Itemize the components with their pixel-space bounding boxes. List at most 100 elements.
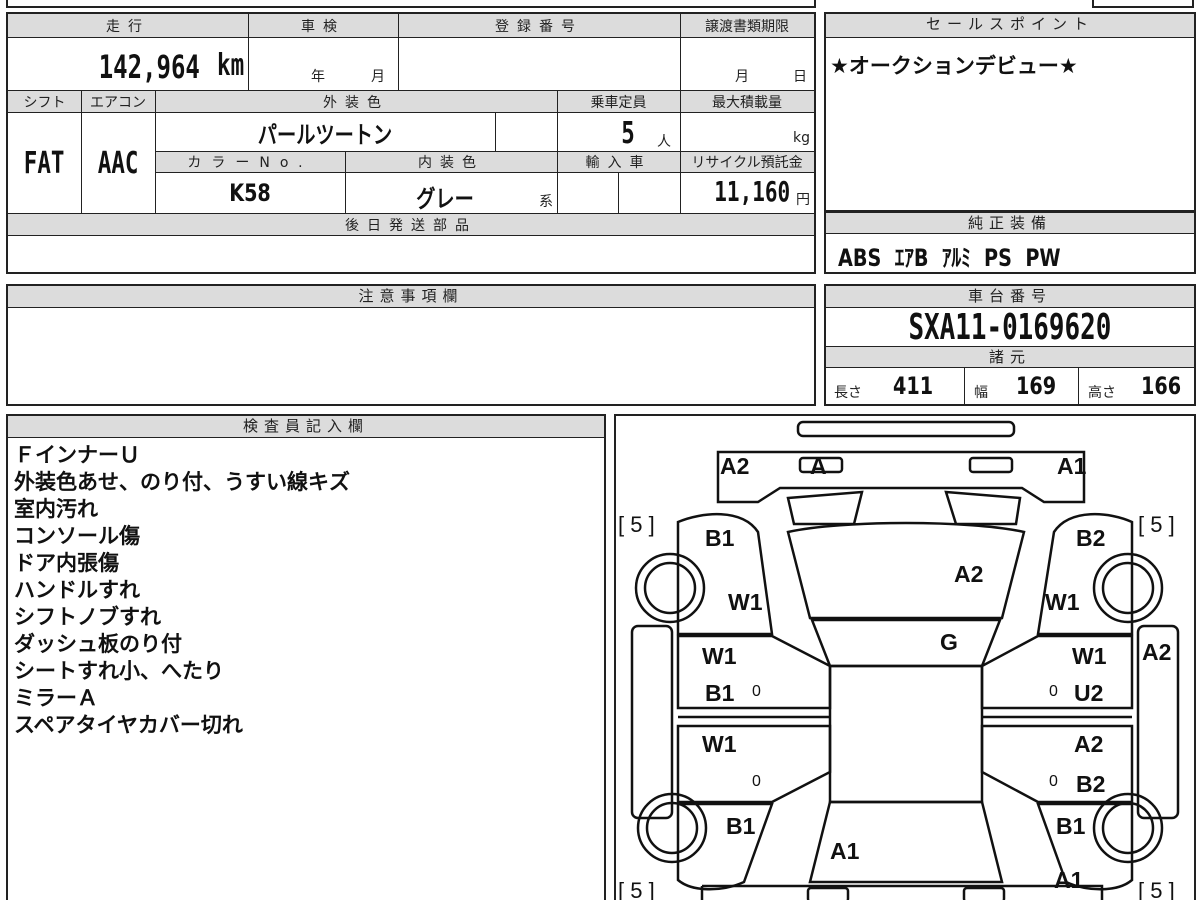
mark-pillar-left: W1 xyxy=(728,589,763,615)
color-no-value-cell: K58 xyxy=(155,173,345,213)
note-line: ＦインナーＵ xyxy=(14,443,140,467)
capacity-value: 5 xyxy=(621,116,635,151)
exterior-color-value: パールツートン xyxy=(257,120,393,149)
color-no-value: K58 xyxy=(229,179,271,207)
mark-bonnet: A2 xyxy=(954,561,983,587)
mileage-label: 走行 xyxy=(106,19,150,35)
shift-label: シフト xyxy=(23,95,66,111)
height-value: 166 xyxy=(1141,372,1182,400)
interior-color-suffix: 系 xyxy=(539,194,553,210)
mark-fender-fr: B2 xyxy=(1076,525,1105,551)
exterior-color-label: 外装色 xyxy=(323,95,389,111)
specs-row: 長さ 411 幅 169 高さ 166 xyxy=(826,368,1194,404)
mark-front-center: A xyxy=(810,453,827,479)
tread-depth-fr: [ 5 ] xyxy=(1138,512,1175,537)
mark-quarter-rl: B1 xyxy=(726,813,756,839)
recycle-fee-unit: 円 xyxy=(796,192,810,208)
capacity-label: 乗車定員 xyxy=(590,95,647,111)
capacity-unit: 人 xyxy=(657,134,671,150)
max-load-label: 最大積載量 xyxy=(712,95,782,111)
note-line: ドア内張傷 xyxy=(14,551,119,575)
recycle-fee-value: 11,160 xyxy=(714,175,790,208)
ac-value: AAC xyxy=(97,145,139,181)
exterior-color-value-cell: パールツートン xyxy=(155,113,495,151)
import-label: 輸入車 xyxy=(585,155,652,171)
interior-color-value-cell: グレー 系 xyxy=(345,173,557,213)
tread-depth-rl: [ 5 ] xyxy=(618,878,655,900)
sales-point-box: セールスポイント ★オークションデビュー★ xyxy=(824,12,1196,212)
mark-zero: 0 xyxy=(752,683,761,700)
mark-quarter-rr: B1 xyxy=(1056,813,1086,839)
ac-value-cell: AAC xyxy=(81,113,155,213)
inspector-box: 検査員記入欄 ＦインナーＵ 外装色あせ、のり付、うすい線キズ 室内汚れ コンソー… xyxy=(6,414,606,900)
chassis-number-label: 車台番号 xyxy=(826,286,1194,308)
mark-door-rr-1: A2 xyxy=(1074,731,1103,757)
transfer-month: 月 xyxy=(735,69,749,85)
mark-trunk: A1 xyxy=(830,838,860,864)
mark-door-fl-2: B1 xyxy=(705,680,735,706)
max-load-unit: kg xyxy=(793,130,810,146)
equipment-box: 純正装備 ABS ｴｱB ｱﾙﾐ PS PW xyxy=(824,212,1196,274)
caution-box: 注意事項欄 xyxy=(6,284,816,406)
transfer-day: 日 xyxy=(793,69,807,85)
length-label: 長さ xyxy=(834,385,862,401)
tread-depth-rr: [ 5 ] xyxy=(1138,878,1175,900)
interior-color-value: グレー xyxy=(416,185,474,213)
color-no-label: カラーNo. xyxy=(187,155,313,171)
registration-label: 登録番号 xyxy=(495,19,583,35)
note-line: シフトノブすれ xyxy=(14,605,161,629)
note-line: コンソール傷 xyxy=(14,524,140,548)
mileage-value-cell: 142,964 km xyxy=(8,38,248,90)
later-parts-label: 後日発送部品 xyxy=(345,218,477,234)
top-strip-right xyxy=(1092,0,1194,8)
mark-side-right: A2 xyxy=(1142,639,1171,665)
mark-front-left: A2 xyxy=(720,453,749,479)
height-label: 高さ xyxy=(1088,385,1116,401)
inspection-label: 車検 xyxy=(301,19,345,35)
mileage-value: 142,964 xyxy=(98,48,200,86)
inspection-month: 月 xyxy=(371,69,385,85)
ac-label: エアコン xyxy=(90,95,146,111)
top-strip xyxy=(6,0,816,8)
specs-label: 諸元 xyxy=(826,346,1194,368)
mark-zero: 0 xyxy=(752,773,761,790)
note-line: スペアタイヤカバー切れ xyxy=(14,713,243,737)
shift-value-cell: FAT xyxy=(8,113,81,213)
note-line: 室内汚れ xyxy=(14,497,98,521)
car-diagram-box: A2 A A1 B1 B2 A2 W1 W1 G W1 B1 W1 U2 A2 … xyxy=(614,414,1196,900)
mark-door-fl-1: W1 xyxy=(702,643,737,669)
mark-zero: 0 xyxy=(1049,683,1058,700)
inspection-year: 年 xyxy=(311,69,325,85)
mileage-unit: km xyxy=(216,48,244,83)
car-diagram: A2 A A1 B1 B2 A2 W1 W1 G W1 B1 W1 U2 A2 … xyxy=(618,420,1180,900)
transfer-deadline-label: 譲渡書類期限 xyxy=(705,19,789,35)
width-label: 幅 xyxy=(974,385,988,401)
chassis-number-value: SXA11-0169620 xyxy=(908,306,1112,348)
mark-front-right: A1 xyxy=(1057,453,1087,479)
note-line: ダッシュ板のり付 xyxy=(14,632,182,656)
sales-point-label: セールスポイント xyxy=(826,14,1194,38)
tread-depth-fl: [ 5 ] xyxy=(618,512,655,537)
mark-door-fr-1: W1 xyxy=(1072,643,1107,669)
caution-label: 注意事項欄 xyxy=(8,286,814,308)
recycle-fee-label: リサイクル預託金 xyxy=(691,155,803,171)
interior-color-label: 内装色 xyxy=(418,155,484,171)
shift-value: FAT xyxy=(24,145,65,181)
mark-door-rl: W1 xyxy=(702,731,737,757)
length-value: 411 xyxy=(893,372,934,400)
equipment-label: 純正装備 xyxy=(826,212,1194,234)
width-value: 169 xyxy=(1016,372,1057,400)
mark-pillar-right: W1 xyxy=(1045,589,1080,615)
mark-windshield: G xyxy=(940,629,958,655)
capacity-value-cell: 5 人 xyxy=(557,113,680,151)
sales-point-text: ★オークションデビュー★ xyxy=(830,54,1078,78)
equipment-text: ABS ｴｱB ｱﾙﾐ PS PW xyxy=(838,244,1061,272)
note-line: 外装色あせ、のり付、うすい線キズ xyxy=(14,470,350,494)
note-line: ハンドルすれ xyxy=(14,578,140,602)
note-line: シートすれ小、へたり xyxy=(14,659,224,683)
inspector-notes: ＦインナーＵ 外装色あせ、のり付、うすい線キズ 室内汚れ コンソール傷 ドア内張… xyxy=(14,442,350,739)
vehicle-info-table: 走行 車検 登録番号 譲渡書類期限 142,964 km 年 月 月 日 シフト… xyxy=(6,12,816,274)
mark-zero: 0 xyxy=(1049,773,1058,790)
chassis-number-cell: SXA11-0169620 xyxy=(826,306,1194,348)
recycle-fee-value-cell: 11,160 円 xyxy=(680,173,814,213)
